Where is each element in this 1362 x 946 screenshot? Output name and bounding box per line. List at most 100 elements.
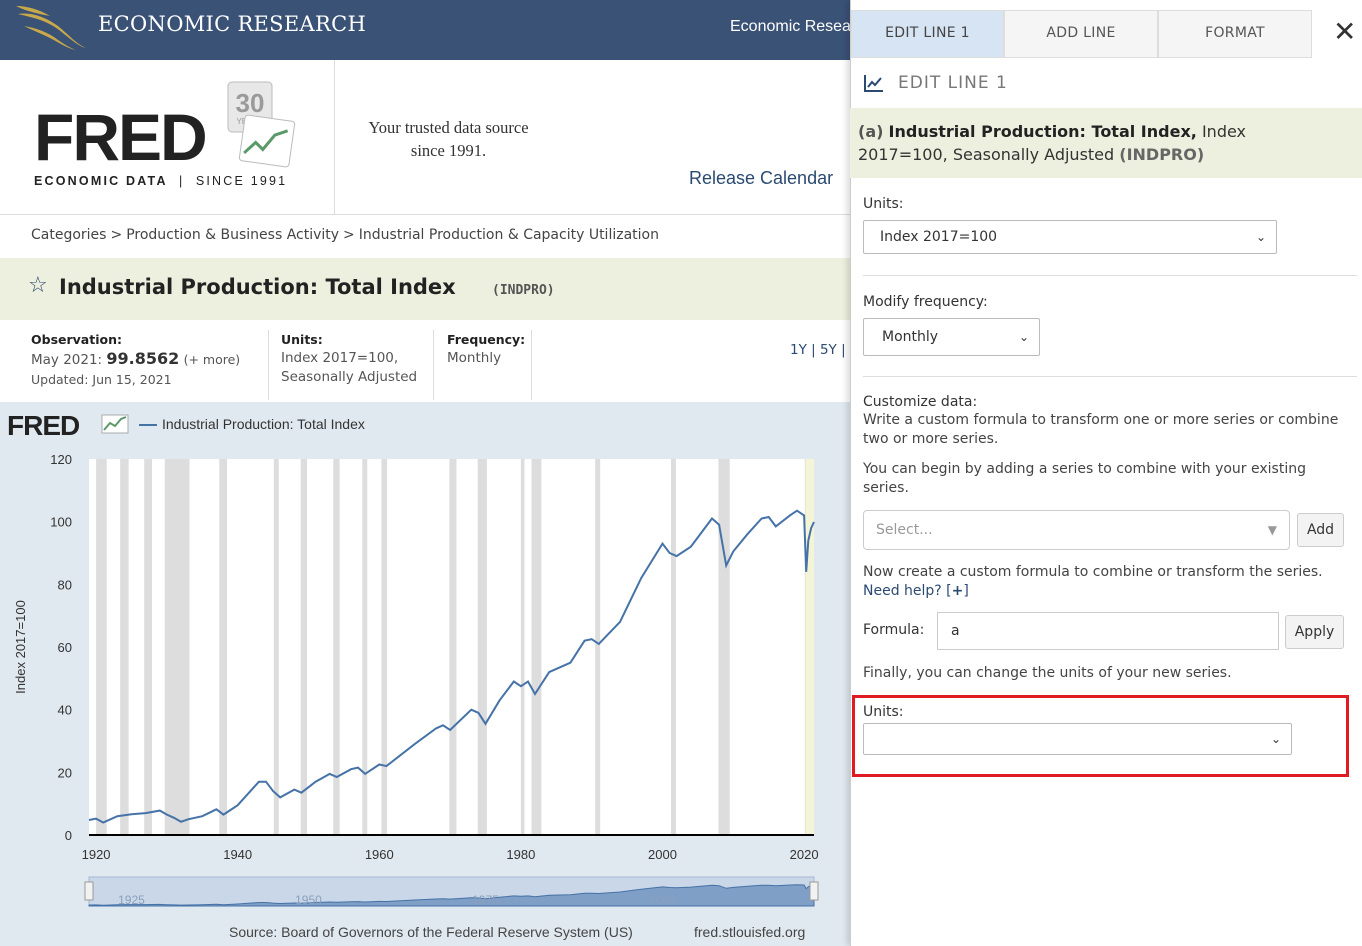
recent-highlight-band [805, 459, 814, 835]
header-divider [334, 60, 335, 215]
frequency-block: Frequency: Monthly [447, 332, 526, 366]
y-axis-label: Index 2017=100 [13, 600, 28, 694]
x-tick-label: 2000 [648, 847, 677, 862]
panel-series-title: (a) Industrial Production: Total Index, … [858, 122, 1246, 164]
plus-icon[interactable]: + [952, 583, 964, 599]
units-block: Units: Index 2017=100, Seasonally Adjust… [281, 332, 418, 385]
apply-button[interactable]: Apply [1285, 615, 1344, 649]
breadcrumb-item-categories[interactable]: Categories [31, 227, 106, 243]
chevron-down-icon: ⌄ [1255, 230, 1266, 244]
economic-research-link[interactable]: Economic Resea [730, 18, 851, 36]
breadcrumb-item-industrial-production[interactable]: Industrial Production & Capacity Utiliza… [359, 227, 659, 243]
navigator-label: 1925 [118, 893, 145, 907]
need-help-link[interactable]: Need help? [ [863, 583, 952, 599]
x-tick-label: 1960 [365, 847, 394, 862]
formula-intro-text: Now create a custom formula to combine o… [863, 564, 1323, 580]
navigator-left-handle-icon[interactable] [84, 881, 94, 901]
divider [863, 376, 1357, 377]
frequency-select[interactable]: Monthly ⌄ [863, 318, 1040, 356]
recession-band [333, 459, 340, 835]
meta-divider [531, 330, 532, 400]
y-tick-label: 100 [50, 515, 72, 530]
tab-edit-line[interactable]: EDIT LINE 1 [851, 10, 1004, 58]
units-select[interactable]: Index 2017=100 ⌄ [863, 220, 1277, 254]
recession-band [219, 459, 228, 835]
customize-label: Customize data: [863, 394, 978, 410]
recession-band [477, 459, 487, 835]
recession-band [531, 459, 542, 835]
begin-text: You can begin by adding a series to comb… [863, 461, 1306, 496]
finally-text: Finally, you can change the units of you… [863, 665, 1232, 681]
fred-logo[interactable]: FRED [34, 104, 208, 170]
recession-band [449, 459, 457, 835]
recession-band [362, 459, 368, 835]
thirty-years-badge-icon: 30 YEARS [227, 81, 296, 168]
observation-block: Observation: May 2021: 99.8562 (+ more) … [31, 332, 241, 387]
series-code: (INDPRO) [492, 283, 555, 298]
eagle-logo-icon[interactable] [14, 4, 94, 52]
breadcrumb: Categories > Production & Business Activit… [31, 227, 659, 243]
recession-band [670, 459, 676, 835]
release-calendar-link[interactable]: Release Calendar [689, 168, 833, 189]
navigator-label: 2000 [649, 893, 676, 907]
chart-fred-logo: FRED [7, 410, 80, 441]
y-tick-label: 80 [58, 577, 72, 592]
navigator-label: 1950 [295, 893, 322, 907]
navigator-label: 1975 [472, 893, 499, 907]
close-icon[interactable]: ✕ [1333, 18, 1356, 46]
caret-down-icon: ▼ [1267, 523, 1277, 537]
tab-add-line[interactable]: ADD LINE [1004, 10, 1158, 58]
highlight-box [852, 695, 1349, 777]
page-title: Industrial Production: Total Index [59, 275, 456, 299]
y-tick-label: 120 [50, 452, 72, 467]
legend-swatch [139, 424, 157, 426]
series-search-select[interactable]: Select... ▼ [863, 510, 1290, 550]
date-range-links[interactable]: 1Y | 5Y | [790, 342, 846, 358]
recession-band [273, 459, 279, 835]
org-name[interactable]: ECONOMIC RESEARCH [98, 12, 366, 36]
x-tick-label: 1920 [82, 847, 111, 862]
need-help-block: Need help? [+] [863, 583, 969, 599]
recession-band [300, 459, 308, 835]
customize-text: Write a custom formula to transform one … [863, 412, 1339, 447]
logo-subtitle: ECONOMIC DATA | SINCE 1991 [34, 174, 288, 188]
recession-band [164, 459, 190, 835]
x-tick-label: 2020 [790, 847, 819, 862]
recession-band [520, 459, 525, 835]
recession-band [96, 459, 107, 835]
chevron-down-icon: ⌄ [1018, 330, 1029, 344]
observation-value: 99.8562 [106, 349, 180, 368]
meta-divider [268, 330, 269, 400]
line-chart-icon [864, 75, 883, 92]
y-tick-label: 20 [58, 765, 72, 780]
formula-label: Formula: [863, 622, 925, 638]
panel-section-title: EDIT LINE 1 [898, 73, 1008, 93]
x-tick-label: 1980 [506, 847, 535, 862]
favorite-star-icon[interactable]: ☆ [28, 273, 48, 298]
tab-format[interactable]: FORMAT [1158, 10, 1312, 58]
formula-input[interactable]: a [937, 612, 1279, 650]
recession-band [120, 459, 129, 835]
units-label: Units: [863, 196, 904, 212]
y-tick-label: 60 [58, 640, 72, 655]
y-tick-label: 40 [58, 703, 72, 718]
line-chart[interactable]: 0 20 40 60 80 100 120 1920 1940 1960 1980 2000 2020 I… [0, 440, 850, 920]
breadcrumb-item-production[interactable]: Production & Business Activity [126, 227, 339, 243]
navigator-right-handle-icon[interactable] [809, 881, 819, 901]
recession-band [718, 459, 730, 835]
recession-band [381, 459, 388, 835]
meta-divider [433, 330, 434, 400]
chart-logo-graph-icon [101, 414, 129, 434]
recession-band [144, 459, 153, 835]
x-tick-label: 1940 [223, 847, 252, 862]
y-tick-label: 0 [65, 828, 72, 843]
frequency-label: Modify frequency: [863, 294, 988, 310]
chart-source-url[interactable]: fred.stlouisfed.org [694, 924, 805, 940]
more-observations-link[interactable]: (+ more) [184, 352, 241, 367]
tagline: Your trusted data source since 1991. [368, 118, 529, 160]
recession-band [595, 459, 601, 835]
legend-label[interactable]: Industrial Production: Total Index [162, 416, 365, 432]
add-button[interactable]: Add [1297, 513, 1344, 547]
chart-source: Source: Board of Governors of the Federa… [229, 924, 633, 940]
badge-number: 30 [236, 88, 265, 118]
